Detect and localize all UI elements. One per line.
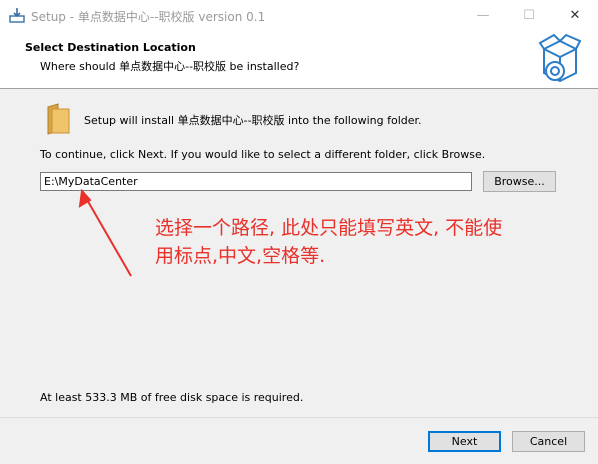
next-button[interactable]: Next: [428, 431, 501, 452]
annotation-line-1: 选择一个路径, 此处只能填写英文, 不能使: [155, 217, 503, 239]
close-icon: ✕: [569, 8, 581, 23]
destination-path-input[interactable]: [40, 172, 472, 191]
wizard-header: Select Destination Location Where should…: [0, 31, 598, 89]
setup-message: Setup will install 单点数据中心--职校版 into the …: [84, 114, 422, 127]
minimize-icon: —: [476, 8, 490, 23]
setup-app-icon: [9, 8, 25, 23]
title-bar: Setup - 单点数据中心--职校版 version 0.1 — ☐ ✕: [0, 0, 598, 31]
cancel-button[interactable]: Cancel: [512, 431, 585, 452]
footer-divider: [0, 417, 598, 418]
folder-icon: [47, 103, 70, 135]
red-annotation-note: 选择一个路径, 此处只能填写英文, 不能使 用标点,中文,空格等.: [155, 214, 555, 270]
page-subtitle: Where should 单点数据中心--职校版 be installed?: [40, 60, 300, 73]
annotation-line-2: 用标点,中文,空格等.: [155, 245, 326, 267]
close-button[interactable]: ✕: [552, 0, 598, 31]
instructions-text: To continue, click Next. If you would li…: [40, 148, 486, 161]
minimize-button[interactable]: —: [460, 0, 506, 31]
window-title: Setup - 单点数据中心--职校版 version 0.1: [31, 10, 266, 24]
software-box-icon: [538, 33, 582, 83]
browse-button[interactable]: Browse...: [483, 171, 556, 192]
disk-space-requirement: At least 533.3 MB of free disk space is …: [40, 391, 304, 404]
header-divider: [0, 88, 598, 89]
maximize-button[interactable]: ☐: [506, 0, 552, 31]
page-title: Select Destination Location: [25, 41, 196, 54]
maximize-icon: ☐: [523, 8, 535, 23]
